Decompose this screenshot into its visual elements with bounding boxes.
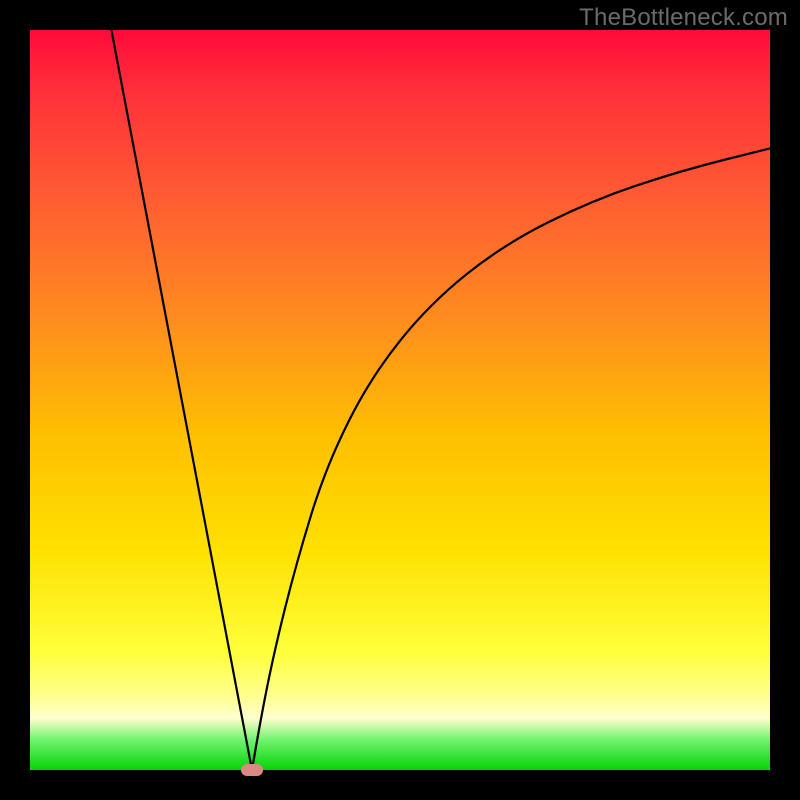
watermark-text: TheBottleneck.com <box>579 4 788 32</box>
optimal-point-marker <box>241 764 263 776</box>
chart-frame: TheBottleneck.com <box>0 0 800 800</box>
bottleneck-curve <box>30 30 770 770</box>
curve-left-segment <box>111 30 252 770</box>
plot-area <box>30 30 770 770</box>
curve-right-segment <box>252 148 770 770</box>
